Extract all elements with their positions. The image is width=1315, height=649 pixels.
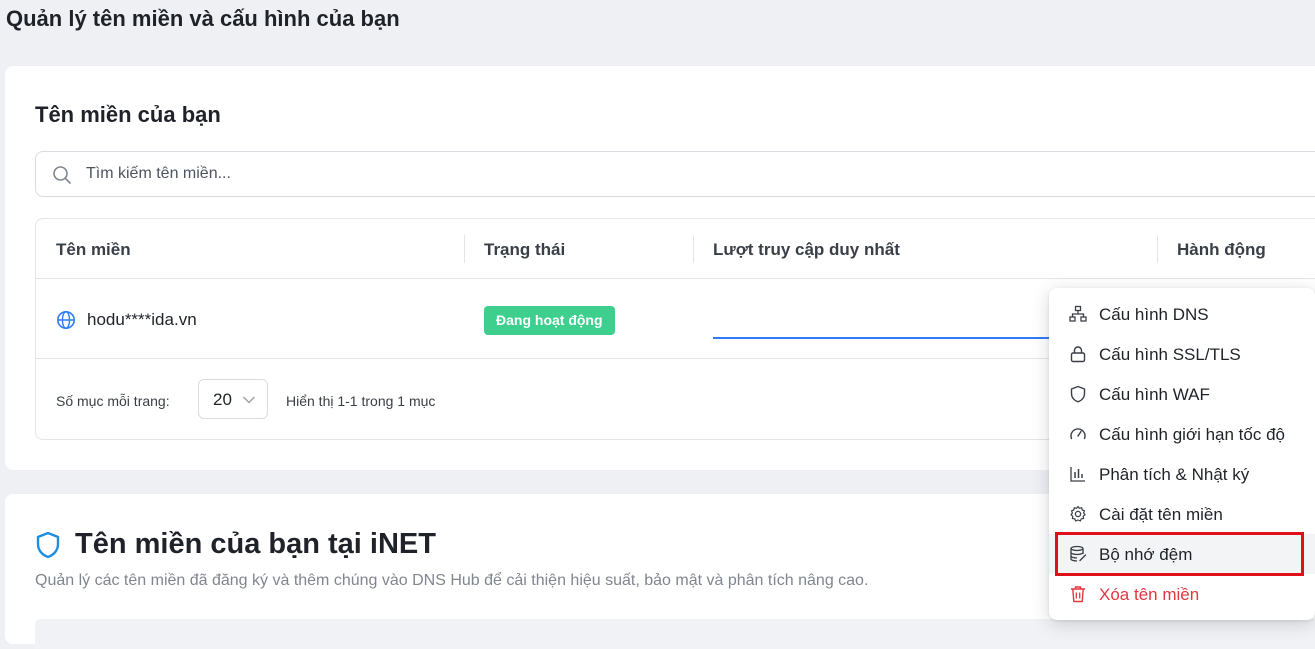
domains-card-title: Tên miền của bạn: [35, 102, 221, 127]
unique-visits-sparkline: [713, 337, 1053, 339]
column-separator: [1157, 235, 1158, 263]
table-header: Tên miền Trạng thái Lượt truy cập duy nh…: [36, 219, 1315, 279]
menu-item-cache[interactable]: Bộ nhớ đệm: [1049, 534, 1315, 574]
column-header-unique-visits: Lượt truy cập duy nhất: [713, 240, 900, 259]
lock-icon: [1070, 346, 1086, 363]
inet-card-description: Quản lý các tên miền đã đăng ký và thêm …: [35, 572, 869, 589]
menu-item-label: Phân tích & Nhật ký: [1099, 465, 1250, 484]
status-badge: Đang hoạt động: [484, 306, 615, 335]
inet-table-header: [35, 619, 1315, 649]
database-icon: [1070, 545, 1087, 562]
search-box: [35, 151, 1315, 197]
menu-item-rate-limit-config[interactable]: Cấu hình giới hạn tốc độ: [1049, 414, 1315, 454]
menu-item-delete-domain[interactable]: Xóa tên miền: [1049, 574, 1315, 614]
pagination-range-text: Hiển thị 1-1 trong 1 mục: [286, 393, 436, 409]
inet-card-title: Tên miền của bạn tại iNET: [35, 528, 436, 561]
menu-item-label: Cài đặt tên miền: [1099, 505, 1223, 524]
column-separator: [693, 235, 694, 263]
menu-item-label: Bộ nhớ đệm: [1099, 545, 1193, 564]
per-page-value: 20: [213, 390, 232, 409]
chevron-down-icon: [243, 396, 255, 404]
domain-name-link[interactable]: hodu****ida.vn: [87, 310, 197, 330]
domain-cell: hodu****ida.vn: [56, 310, 197, 330]
search-input[interactable]: [86, 152, 1286, 196]
gear-icon: [1070, 505, 1086, 522]
menu-item-label: Cấu hình SSL/TLS: [1099, 345, 1241, 364]
shield-icon: [1070, 385, 1086, 403]
sitemap-icon: [1069, 305, 1087, 322]
menu-item-dns-config[interactable]: Cấu hình DNS: [1049, 294, 1315, 334]
column-header-status: Trạng thái: [484, 240, 566, 259]
menu-item-domain-settings[interactable]: Cài đặt tên miền: [1049, 494, 1315, 534]
search-icon: [53, 166, 71, 184]
menu-item-analytics-logs[interactable]: Phân tích & Nhật ký: [1049, 454, 1315, 494]
per-page-label: Số mục mỗi trang:: [56, 393, 170, 409]
column-header-actions: Hành động: [1177, 240, 1266, 259]
menu-item-label: Cấu hình WAF: [1099, 385, 1210, 404]
column-separator: [464, 235, 465, 263]
menu-item-label: Cấu hình DNS: [1099, 305, 1209, 324]
menu-item-waf-config[interactable]: Cấu hình WAF: [1049, 374, 1315, 414]
shield-icon: [36, 531, 60, 558]
menu-item-ssl-tls-config[interactable]: Cấu hình SSL/TLS: [1049, 334, 1315, 374]
per-page-select[interactable]: 20: [198, 379, 268, 419]
menu-item-label: Cấu hình giới hạn tốc độ: [1099, 425, 1285, 444]
bar-chart-icon: [1070, 467, 1085, 482]
page-title: Quản lý tên miền và cấu hình của bạn: [6, 6, 400, 31]
globe-icon: [57, 311, 75, 329]
column-header-domain: Tên miền: [56, 240, 131, 259]
action-menu: Cấu hình DNS Cấu hình SSL/TLS Cấu hình W…: [1049, 288, 1315, 620]
trash-icon: [1071, 586, 1085, 603]
gauge-icon: [1070, 428, 1086, 440]
menu-item-label: Xóa tên miền: [1099, 585, 1200, 604]
inet-card-title-text: Tên miền của bạn tại iNET: [75, 528, 436, 560]
